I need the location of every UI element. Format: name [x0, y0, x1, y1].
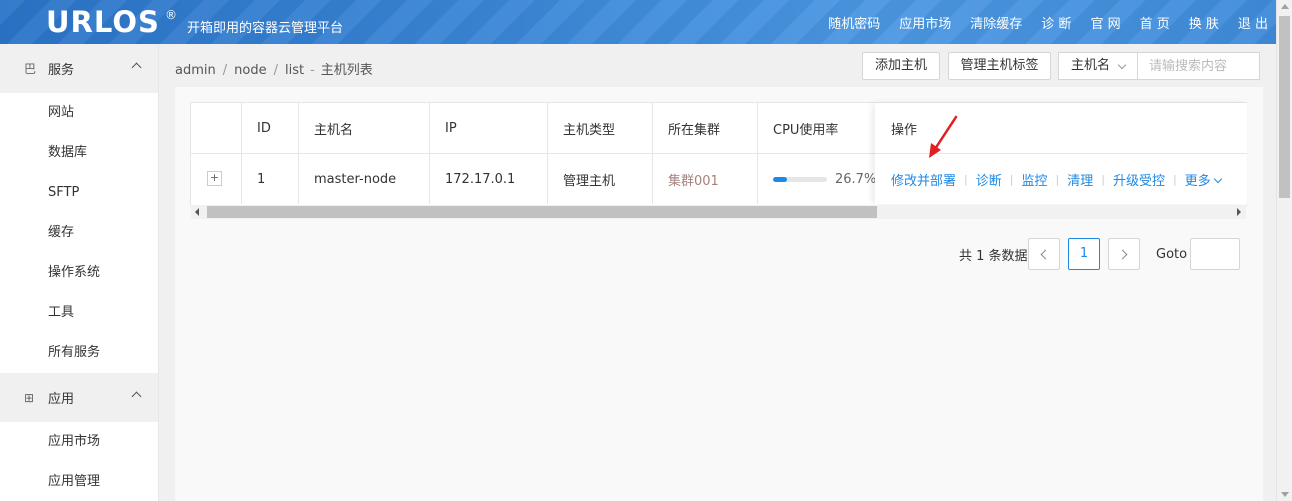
host-table: ID 主机名 IP 主机类型 所在集群 CPU使用率 + 1 master-no… [190, 102, 1247, 219]
page-scrollbar[interactable] [1276, 0, 1292, 501]
diagnose-link[interactable]: 诊断 [976, 170, 1002, 189]
monitor-link[interactable]: 监控 [1021, 170, 1047, 189]
column-header-hostname: 主机名 [314, 122, 354, 138]
sidebar-item-all-services[interactable]: 所有服务 [0, 333, 158, 373]
cell-cluster[interactable]: 集群001 [668, 154, 719, 204]
sidebar-group-services[interactable]: 巴 服务 [0, 44, 158, 93]
scroll-down-icon[interactable] [1281, 492, 1289, 497]
chevron-down-icon [1213, 174, 1222, 183]
table-horizontal-scrollbar[interactable] [191, 205, 1246, 219]
cell-hostname: master-node [314, 171, 397, 187]
host-list-panel: ID 主机名 IP 主机类型 所在集群 CPU使用率 + 1 master-no… [175, 87, 1263, 501]
sidebar-group-label: 服务 [48, 63, 75, 78]
logo[interactable]: URLOS [46, 4, 160, 40]
nav-clear-cache[interactable]: 清除缓存 [970, 13, 1022, 32]
cpu-progress-bar [773, 177, 827, 182]
main-content: admin/node/list-主机列表 添加主机 管理主机标签 主机名 ID … [160, 44, 1276, 501]
cpu-progress-fill [773, 177, 788, 182]
chevron-left-icon [1040, 249, 1051, 260]
registered-mark: ® [165, 8, 177, 22]
slogan: 开箱即用的容器云管理平台 [187, 21, 344, 36]
sidebar-item-os[interactable]: 操作系统 [0, 253, 158, 293]
chevron-up-icon [131, 62, 142, 73]
next-page-button[interactable] [1108, 238, 1140, 270]
sidebar-item-database[interactable]: 数据库 [0, 133, 158, 173]
column-header-cpu: CPU使用率 [773, 122, 839, 138]
scrollbar-thumb[interactable] [1279, 16, 1290, 198]
cell-host-type: 管理主机 [563, 173, 616, 189]
modify-deploy-link[interactable]: 修改并部署 [891, 170, 956, 189]
column-header-host-type: 主机类型 [563, 122, 616, 138]
column-header-actions: 操作 [891, 122, 918, 138]
top-header: URLOS ® 开箱即用的容器云管理平台 随机密码 应用市场 清除缓存 诊 断 … [0, 0, 1276, 44]
prev-page-button[interactable] [1028, 238, 1060, 270]
goto-page-input[interactable] [1190, 238, 1240, 270]
goto-label: Goto [1156, 247, 1188, 262]
services-icon: 巴 [24, 62, 37, 76]
sidebar-group-label: 应用 [48, 392, 75, 407]
page-title: 主机列表 [320, 63, 373, 78]
scrollbar-thumb[interactable] [207, 206, 877, 218]
search-field-value: 主机名 [1071, 58, 1111, 73]
chevron-down-icon [1117, 60, 1127, 70]
sidebar-item-app-manage[interactable]: 应用管理 [0, 462, 158, 501]
total-count: 共 1 条数据 [959, 249, 1028, 264]
breadcrumb-node[interactable]: node [234, 63, 266, 78]
pagination: 共 1 条数据 1 Goto [175, 238, 1263, 270]
nav-diagnose[interactable]: 诊 断 [1041, 13, 1071, 32]
more-label: 更多 [1184, 173, 1211, 189]
scroll-right-icon[interactable] [1237, 208, 1241, 216]
sidebar-item-tools[interactable]: 工具 [0, 293, 158, 333]
column-header-cluster: 所在集群 [668, 122, 721, 138]
upgrade-controlled-link[interactable]: 升级受控 [1113, 170, 1165, 189]
more-dropdown[interactable]: 更多 [1184, 170, 1222, 189]
apps-grid-icon: ⊞ [24, 390, 35, 405]
breadcrumb-admin[interactable]: admin [175, 63, 216, 78]
sidebar-item-sftp[interactable]: SFTP [0, 173, 158, 213]
chevron-right-icon [1117, 249, 1128, 260]
sidebar-item-app-market[interactable]: 应用市场 [0, 422, 158, 462]
nav-random-password[interactable]: 随机密码 [828, 13, 880, 32]
nav-logout[interactable]: 退 出 [1238, 13, 1268, 32]
page-1-button[interactable]: 1 [1068, 238, 1100, 270]
cell-ip: 172.17.0.1 [445, 171, 516, 187]
scroll-left-icon[interactable] [195, 208, 199, 216]
breadcrumb: admin / node / list - 主机列表 [175, 63, 373, 78]
sidebar: 巴 服务 网站 数据库 SFTP 缓存 操作系统 工具 所有服务 ⊞ 应用 应用… [0, 44, 159, 501]
scroll-up-icon[interactable] [1281, 4, 1289, 9]
nav-home[interactable]: 首 页 [1140, 13, 1170, 32]
sidebar-group-apps[interactable]: ⊞ 应用 [0, 373, 158, 422]
top-nav: 随机密码 应用市场 清除缓存 诊 断 官 网 首 页 换 肤 退 出 [809, 0, 1268, 44]
add-host-button[interactable]: 添加主机 [862, 52, 940, 80]
breadcrumb-list: list [284, 63, 305, 78]
nav-skin[interactable]: 换 肤 [1189, 13, 1219, 32]
red-arrow-annotation [929, 115, 958, 158]
cell-id: 1 [257, 171, 266, 187]
nav-app-market[interactable]: 应用市场 [899, 13, 951, 32]
sidebar-item-website[interactable]: 网站 [0, 93, 158, 133]
cell-cpu-value: 26.7% [835, 171, 877, 187]
nav-official-site[interactable]: 官 网 [1090, 13, 1120, 32]
column-header-ip: IP [445, 120, 457, 136]
chevron-up-icon [131, 391, 142, 402]
clean-link[interactable]: 清理 [1067, 170, 1093, 189]
expand-row-button[interactable]: + [207, 171, 222, 186]
manage-host-tags-button[interactable]: 管理主机标签 [948, 52, 1051, 80]
column-header-id: ID [257, 120, 271, 136]
search-input[interactable] [1137, 52, 1260, 80]
search-field-select[interactable]: 主机名 [1058, 52, 1138, 80]
sidebar-item-cache[interactable]: 缓存 [0, 213, 158, 253]
